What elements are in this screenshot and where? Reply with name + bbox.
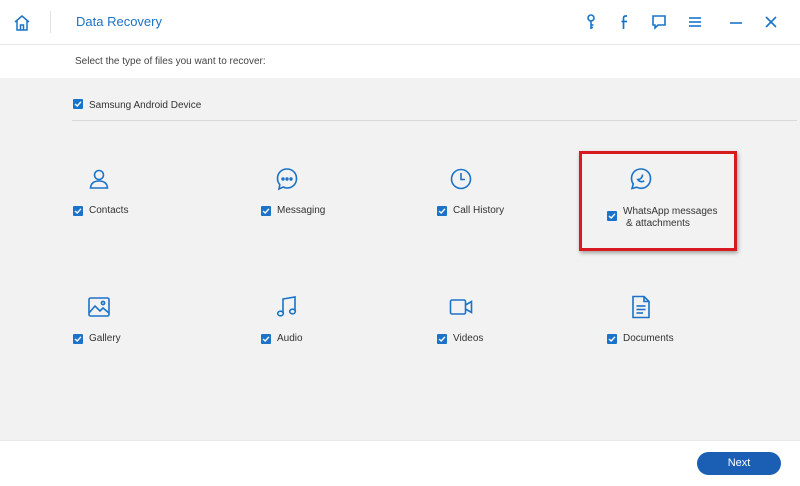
call-history-icon [448,166,474,192]
videos-label: Videos [453,333,484,344]
device-checkbox[interactable] [73,99,83,109]
call-history-checkbox[interactable] [437,206,447,216]
audio-icon [274,294,300,320]
next-button[interactable]: Next [697,452,781,475]
videos-icon [448,294,474,320]
gallery-icon [86,294,112,320]
gallery-label: Gallery [89,333,121,344]
instruction-bar: Select the type of files you want to rec… [0,45,800,78]
chat-icon[interactable] [650,13,668,31]
title-divider [50,11,51,33]
audio-label: Audio [277,333,303,344]
documents-label: Documents [623,333,674,344]
minimize-icon[interactable] [727,13,745,31]
home-icon[interactable] [12,13,32,33]
instruction-text: Select the type of files you want to rec… [75,56,266,67]
contacts-icon [86,166,112,192]
highlight-box [579,151,737,251]
documents-checkbox[interactable] [607,334,617,344]
documents-icon [628,294,654,320]
audio-checkbox[interactable] [261,334,271,344]
facebook-icon[interactable] [616,13,634,31]
contacts-checkbox[interactable] [73,206,83,216]
title-bar: Data Recovery [0,0,800,45]
call-history-label: Call History [453,205,505,216]
file-type-panel: Samsung Android Device Contacts Messagin… [0,78,800,440]
divider [72,120,797,121]
menu-icon[interactable] [686,13,704,31]
videos-checkbox[interactable] [437,334,447,344]
messaging-icon [274,166,300,192]
messaging-checkbox[interactable] [261,206,271,216]
gallery-checkbox[interactable] [73,334,83,344]
footer: Next [0,440,800,486]
device-label: Samsung Android Device [89,100,202,111]
key-icon[interactable] [582,13,600,31]
messaging-label: Messaging [277,205,326,216]
close-icon[interactable] [762,13,780,31]
contacts-label: Contacts [89,205,129,216]
app-title: Data Recovery [76,14,162,29]
